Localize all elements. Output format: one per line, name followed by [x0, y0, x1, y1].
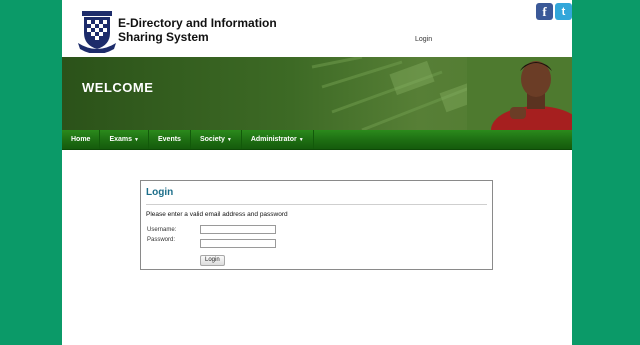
login-panel: Login Please enter a valid email address… [140, 180, 493, 270]
social-links: f t [536, 3, 572, 20]
login-button[interactable]: Login [200, 255, 225, 266]
nav-society-label: Society [199, 136, 225, 143]
banner-title: WELCOME [82, 80, 154, 95]
nav-exams-label: Exams [109, 136, 133, 143]
welcome-banner: WELCOME [62, 57, 572, 130]
username-input[interactable] [200, 225, 276, 234]
nav-society[interactable]: Society ▼ [191, 130, 242, 149]
nav-administrator[interactable]: Administrator ▼ [242, 130, 314, 149]
nav-events[interactable]: Events [149, 130, 191, 149]
nav-events-label: Events [157, 136, 181, 143]
chevron-down-icon: ▼ [298, 137, 304, 143]
header-login-link[interactable]: Login [415, 36, 432, 43]
nav-exams[interactable]: Exams ▼ [100, 130, 149, 149]
facebook-icon[interactable]: f [536, 3, 553, 20]
chevron-down-icon: ▼ [226, 137, 232, 143]
chevron-down-icon: ▼ [134, 137, 139, 143]
twitter-icon[interactable]: t [555, 3, 572, 20]
username-label: Username: [147, 227, 177, 233]
password-input[interactable] [200, 239, 276, 248]
nav-administrator-label: Administrator [250, 136, 297, 143]
page-container: E-Directory and Information Sharing Syst… [62, 0, 572, 345]
nav-home-label: Home [71, 136, 91, 143]
login-title: Login [146, 187, 174, 198]
login-instructions: Please enter a valid email address and p… [146, 211, 288, 218]
site-title: E-Directory and Information Sharing Syst… [118, 16, 277, 44]
main-nav: Home Exams ▼ Events Society ▼ Administrato… [62, 130, 572, 150]
divider [146, 204, 487, 205]
crest-logo [78, 11, 116, 53]
password-label: Password: [147, 237, 176, 243]
nav-home[interactable]: Home [62, 130, 101, 149]
